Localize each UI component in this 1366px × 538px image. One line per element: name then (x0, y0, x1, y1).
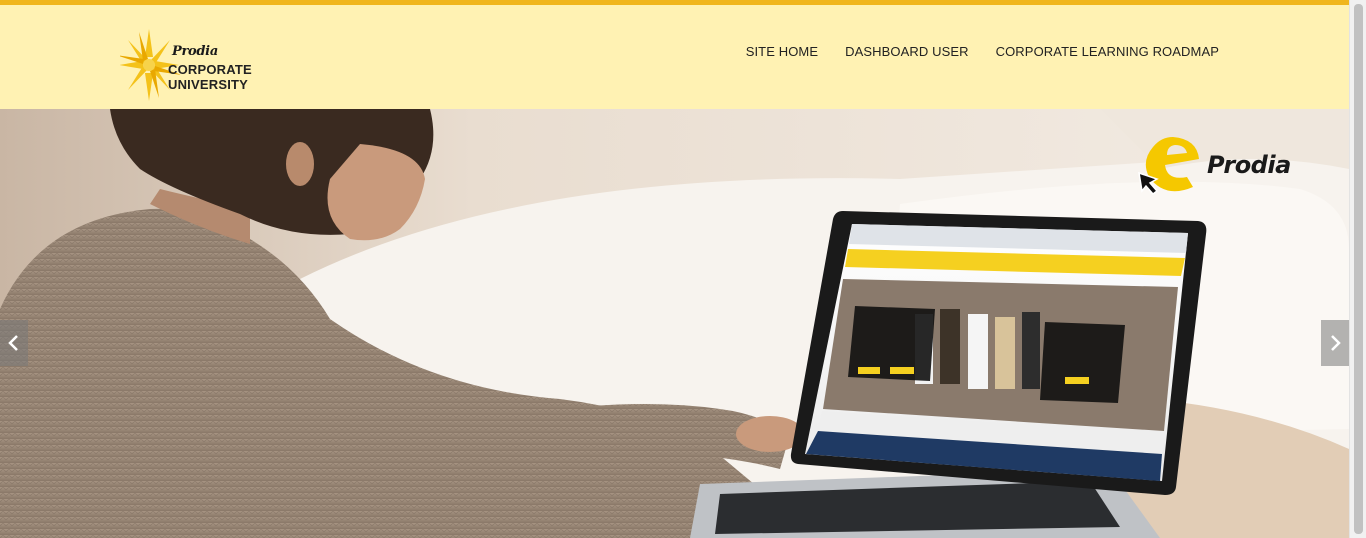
page: Prodia CORPORATE UNIVERSITY SITE HOME DA… (0, 0, 1366, 538)
brand-line-2: UNIVERSITY (168, 77, 249, 92)
scrollbar-thumb[interactable] (1354, 4, 1363, 534)
chevron-right-icon (1331, 335, 1341, 351)
nav-corporate-learning-roadmap[interactable]: CORPORATE LEARNING ROADMAP (996, 44, 1219, 59)
slider-next-button[interactable] (1321, 320, 1349, 366)
site-header: Prodia CORPORATE UNIVERSITY SITE HOME DA… (0, 5, 1349, 109)
brand-prodia-text: Prodia (172, 44, 218, 59)
nav-site-home[interactable]: SITE HOME (746, 44, 818, 59)
brand-line-1: CORPORATE (168, 62, 252, 77)
nav-dashboard-user[interactable]: DASHBOARD USER (845, 44, 968, 59)
hero-slider: Prodia (0, 109, 1349, 538)
eprodia-text: Prodia (1207, 151, 1291, 179)
slider-prev-button[interactable] (0, 320, 28, 366)
eprodia-logo: Prodia (1135, 133, 1300, 197)
chevron-left-icon (8, 335, 18, 351)
brand-logo-link[interactable]: Prodia CORPORATE UNIVERSITY (120, 25, 290, 103)
main-nav: SITE HOME DASHBOARD USER CORPORATE LEARN… (746, 44, 1219, 59)
eprodia-e-icon (1138, 137, 1199, 196)
page-scrollbar[interactable] (1349, 0, 1366, 538)
